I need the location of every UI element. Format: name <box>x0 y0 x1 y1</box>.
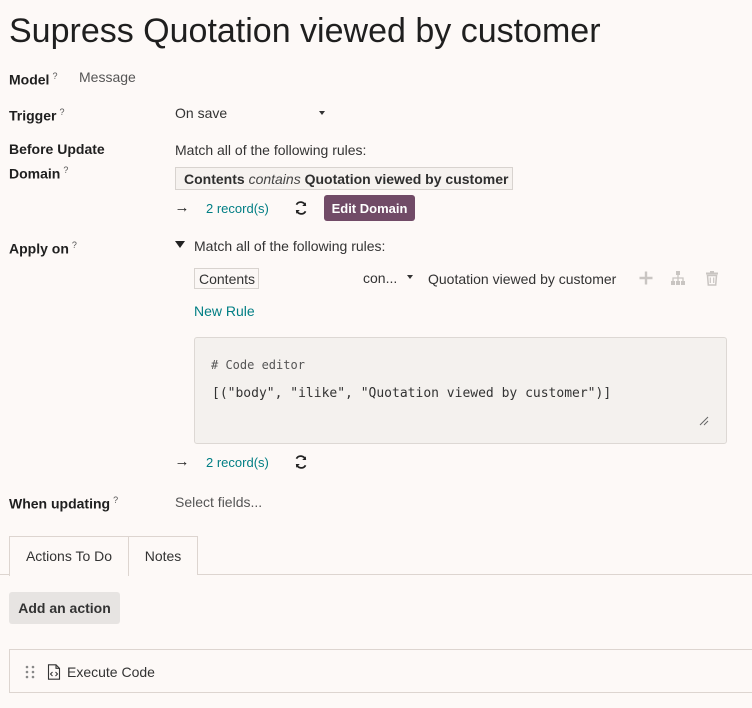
arrow-right-icon: → <box>174 199 190 216</box>
before-update-help-icon[interactable]: ? <box>63 165 68 175</box>
apply-on-label: Apply on? <box>9 240 77 257</box>
model-help-icon[interactable]: ? <box>52 71 57 81</box>
chevron-down-icon <box>407 275 413 279</box>
drag-handle-icon[interactable] <box>25 665 35 679</box>
add-rule-icon[interactable] <box>638 270 654 286</box>
edit-domain-button[interactable]: Edit Domain <box>324 195 415 221</box>
before-update-records-link[interactable]: 2 record(s) <box>206 200 269 218</box>
trigger-select[interactable]: On save <box>175 103 327 123</box>
tab-actions-to-do[interactable]: Actions To Do <box>9 536 129 576</box>
resize-handle-icon[interactable] <box>699 416 709 426</box>
rule-field-selector[interactable]: Contents <box>194 268 259 289</box>
apply-on-records-link[interactable]: 2 record(s) <box>206 454 269 472</box>
domain-rule-operator: contains <box>248 171 301 187</box>
before-update-domain-summary: Contents contains Quotation viewed by cu… <box>175 167 513 190</box>
code-editor[interactable]: # Code editor [("body", "ilike", "Quotat… <box>194 337 727 444</box>
rule-value-input[interactable]: Quotation viewed by customer <box>428 269 616 289</box>
add-action-button[interactable]: Add an action <box>9 592 120 624</box>
trash-icon[interactable] <box>704 270 720 286</box>
trigger-select-value: On save <box>175 105 228 121</box>
model-label: Model? <box>9 71 58 88</box>
apply-on-help-icon[interactable]: ? <box>72 240 77 250</box>
rule-operator-select[interactable]: con... <box>363 268 415 289</box>
trigger-label: Trigger? <box>9 107 65 124</box>
apply-on-match-text: Match all of the following rules: <box>194 238 386 254</box>
code-editor-content[interactable]: [("body", "ilike", "Quotation viewed by … <box>212 386 611 401</box>
page-title: Supress Quotation viewed by customer <box>9 12 601 50</box>
when-updating-help-icon[interactable]: ? <box>113 495 118 505</box>
new-rule-link[interactable]: New Rule <box>194 302 255 320</box>
when-updating-fields-input[interactable]: Select fields... <box>175 492 262 512</box>
refresh-icon[interactable] <box>294 455 308 469</box>
model-value: Message <box>79 69 136 85</box>
rule-operator-value: con... <box>363 270 398 286</box>
action-list-item[interactable]: Execute Code <box>9 649 752 693</box>
add-branch-icon[interactable] <box>670 270 686 286</box>
before-update-match-text: Match all of the following rules: <box>175 142 367 158</box>
caret-down-icon[interactable] <box>175 241 185 248</box>
code-file-icon <box>47 664 61 680</box>
arrow-right-icon: → <box>174 453 190 470</box>
when-updating-label: When updating? <box>9 495 119 512</box>
action-label: Execute Code <box>67 664 155 680</box>
domain-rule-field: Contents <box>184 171 245 187</box>
chevron-down-icon <box>319 111 325 115</box>
before-update-label: Before Update Domain? <box>9 141 105 182</box>
domain-rule-value: Quotation viewed by customer <box>304 171 509 187</box>
code-editor-comment: # Code editor <box>211 358 305 372</box>
trigger-help-icon[interactable]: ? <box>59 107 64 117</box>
tab-notes[interactable]: Notes <box>128 536 198 575</box>
refresh-icon[interactable] <box>294 201 308 215</box>
